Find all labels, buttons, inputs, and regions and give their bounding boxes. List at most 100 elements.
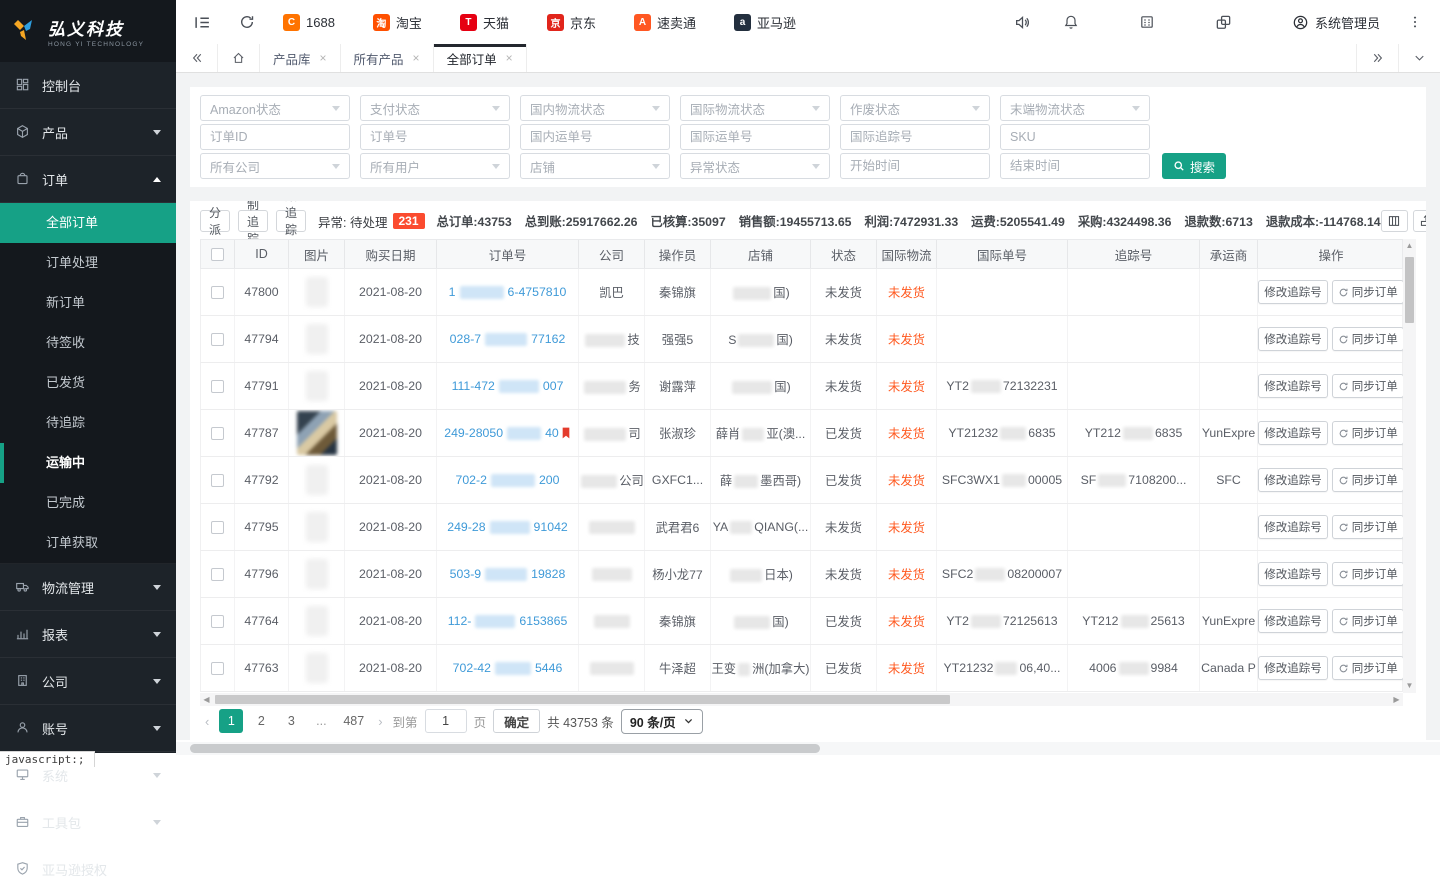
edit-tracking-button[interactable]: 修改追踪号 xyxy=(1258,609,1328,633)
toolbar-button[interactable]: 粘贴追踪结果 xyxy=(276,210,306,232)
filter-select[interactable]: 所有公司 xyxy=(200,153,350,179)
sidebar-item-product[interactable]: 产品 xyxy=(0,109,176,156)
filter-input[interactable] xyxy=(200,124,350,150)
scroll-right-icon[interactable]: ▶ xyxy=(1390,695,1403,704)
filter-select[interactable]: 所有用户 xyxy=(360,153,510,179)
page-horizontal-scrollbar[interactable] xyxy=(176,742,1440,755)
filter-select[interactable]: 作废状态 xyxy=(840,95,990,121)
filter-select[interactable]: 店铺 xyxy=(520,153,670,179)
sync-order-button[interactable]: 同步订单 xyxy=(1332,562,1403,586)
user-menu[interactable]: 系统管理员 xyxy=(1292,13,1380,32)
column-header[interactable] xyxy=(201,240,235,268)
row-checkbox[interactable] xyxy=(211,662,224,675)
edit-tracking-button[interactable]: 修改追踪号 xyxy=(1258,468,1328,492)
marketplace-link[interactable]: T天猫 xyxy=(460,13,509,32)
order-number-link[interactable]: 249-2805040 xyxy=(444,426,571,440)
goto-confirm-button[interactable]: 确定 xyxy=(493,709,540,733)
order-number-link[interactable]: 111-472007 xyxy=(452,379,564,393)
tabs-dropdown-icon[interactable] xyxy=(1398,44,1440,72)
sync-order-button[interactable]: 同步订单 xyxy=(1332,374,1403,398)
row-checkbox[interactable] xyxy=(211,380,224,393)
edit-tracking-button[interactable]: 修改追踪号 xyxy=(1258,562,1328,586)
filter-select[interactable]: 异常状态 xyxy=(680,153,830,179)
bell-icon[interactable] xyxy=(1063,14,1079,30)
filter-select[interactable]: 支付状态 xyxy=(360,95,510,121)
sync-order-button[interactable]: 同步订单 xyxy=(1332,327,1403,351)
filter-input[interactable] xyxy=(1000,124,1150,150)
close-icon[interactable]: × xyxy=(506,52,513,64)
scroll-up-icon[interactable]: ▲ xyxy=(1406,239,1414,253)
exchange-icon[interactable] xyxy=(1215,14,1232,31)
sidebar-item-toolbox[interactable]: 工具包 xyxy=(0,799,176,846)
filter-input[interactable] xyxy=(360,124,510,150)
order-number-link[interactable]: 249-2891042 xyxy=(447,520,568,534)
sidebar-item-account[interactable]: 账号 xyxy=(0,705,176,752)
prev-page-icon[interactable]: ‹ xyxy=(202,714,212,729)
home-tab-icon[interactable] xyxy=(218,44,260,72)
row-checkbox[interactable] xyxy=(211,333,224,346)
sync-order-button[interactable]: 同步订单 xyxy=(1332,515,1403,539)
page-size-select[interactable]: 90 条/页 xyxy=(621,709,703,734)
close-icon[interactable]: × xyxy=(320,52,327,64)
edit-tracking-button[interactable]: 修改追踪号 xyxy=(1258,280,1328,304)
row-checkbox[interactable] xyxy=(211,286,224,299)
edit-tracking-button[interactable]: 修改追踪号 xyxy=(1258,327,1328,351)
sidebar-subitem[interactable]: 待签收 xyxy=(0,323,176,363)
sidebar-subitem[interactable]: 订单处理 xyxy=(0,243,176,283)
collapse-sidebar-icon[interactable] xyxy=(194,14,211,31)
tab-item[interactable]: 所有产品× xyxy=(341,44,434,72)
page-hscroll-thumb[interactable] xyxy=(190,744,820,753)
sync-order-button[interactable]: 同步订单 xyxy=(1332,609,1403,633)
sidebar-item-company[interactable]: 公司 xyxy=(0,658,176,705)
filter-input[interactable] xyxy=(520,124,670,150)
table-horizontal-scrollbar[interactable]: ◀ ▶ xyxy=(200,693,1403,706)
exception-count-badge[interactable]: 231 xyxy=(393,213,425,229)
order-number-link[interactable]: 702-425446 xyxy=(453,661,563,675)
page-number[interactable]: 2 xyxy=(249,709,273,733)
marketplace-link[interactable]: A速卖通 xyxy=(634,13,696,32)
order-number-link[interactable]: 16-4757810 xyxy=(449,285,567,299)
next-page-icon[interactable]: › xyxy=(375,714,385,729)
hscroll-thumb[interactable] xyxy=(215,695,950,704)
filter-select[interactable]: 国际物流状态 xyxy=(680,95,830,121)
sidebar-item-order[interactable]: 订单 xyxy=(0,156,176,203)
sync-order-button[interactable]: 同步订单 xyxy=(1332,468,1403,492)
sidebar-item-dashboard[interactable]: 控制台 xyxy=(0,62,176,109)
order-number-link[interactable]: 112-6153865 xyxy=(448,614,568,628)
filter-select[interactable]: 国内物流状态 xyxy=(520,95,670,121)
tab-active[interactable]: 全部订单× xyxy=(434,44,527,72)
product-image[interactable] xyxy=(297,411,337,455)
marketplace-link[interactable]: 京京东 xyxy=(547,13,596,32)
marketplace-link[interactable]: 淘淘宝 xyxy=(373,13,422,32)
columns-setting-icon[interactable] xyxy=(1381,210,1408,232)
sidebar-item-report[interactable]: 报表 xyxy=(0,611,176,658)
announce-icon[interactable] xyxy=(1014,14,1031,31)
marketplace-link[interactable]: C1688 xyxy=(283,13,335,32)
sidebar-subitem[interactable]: 待追踪 xyxy=(0,403,176,443)
close-icon[interactable]: × xyxy=(413,52,420,64)
order-number-link[interactable]: 702-2200 xyxy=(456,473,560,487)
search-button[interactable]: 搜索 xyxy=(1162,153,1226,179)
scroll-down-icon[interactable]: ▼ xyxy=(1406,679,1414,693)
sidebar-subitem[interactable]: 已发货 xyxy=(0,363,176,403)
goto-page-input[interactable] xyxy=(425,709,467,733)
sidebar-item-shield[interactable]: 亚马逊授权 xyxy=(0,846,176,893)
table-vertical-scrollbar[interactable]: ▲ ▼ xyxy=(1403,239,1416,693)
filter-input[interactable] xyxy=(840,153,990,179)
edit-tracking-button[interactable]: 修改追踪号 xyxy=(1258,656,1328,680)
sidebar-subitem[interactable]: 运输中 xyxy=(0,443,176,483)
tabs-scroll-left-icon[interactable] xyxy=(176,44,218,72)
row-checkbox[interactable] xyxy=(211,474,224,487)
edit-tracking-button[interactable]: 修改追踪号 xyxy=(1258,515,1328,539)
sidebar-subitem[interactable]: 新订单 xyxy=(0,283,176,323)
filter-input[interactable] xyxy=(840,124,990,150)
row-checkbox[interactable] xyxy=(211,521,224,534)
tab-item[interactable]: 产品库× xyxy=(260,44,341,72)
toolbar-button[interactable]: 复制追踪号 xyxy=(238,210,268,232)
sync-order-button[interactable]: 同步订单 xyxy=(1332,421,1403,445)
row-checkbox[interactable] xyxy=(211,568,224,581)
filter-select[interactable]: 末端物流状态 xyxy=(1000,95,1150,121)
toolbar-button[interactable]: 分派 xyxy=(200,210,230,232)
scroll-left-icon[interactable]: ◀ xyxy=(200,695,213,704)
filter-select[interactable]: Amazon状态 xyxy=(200,95,350,121)
